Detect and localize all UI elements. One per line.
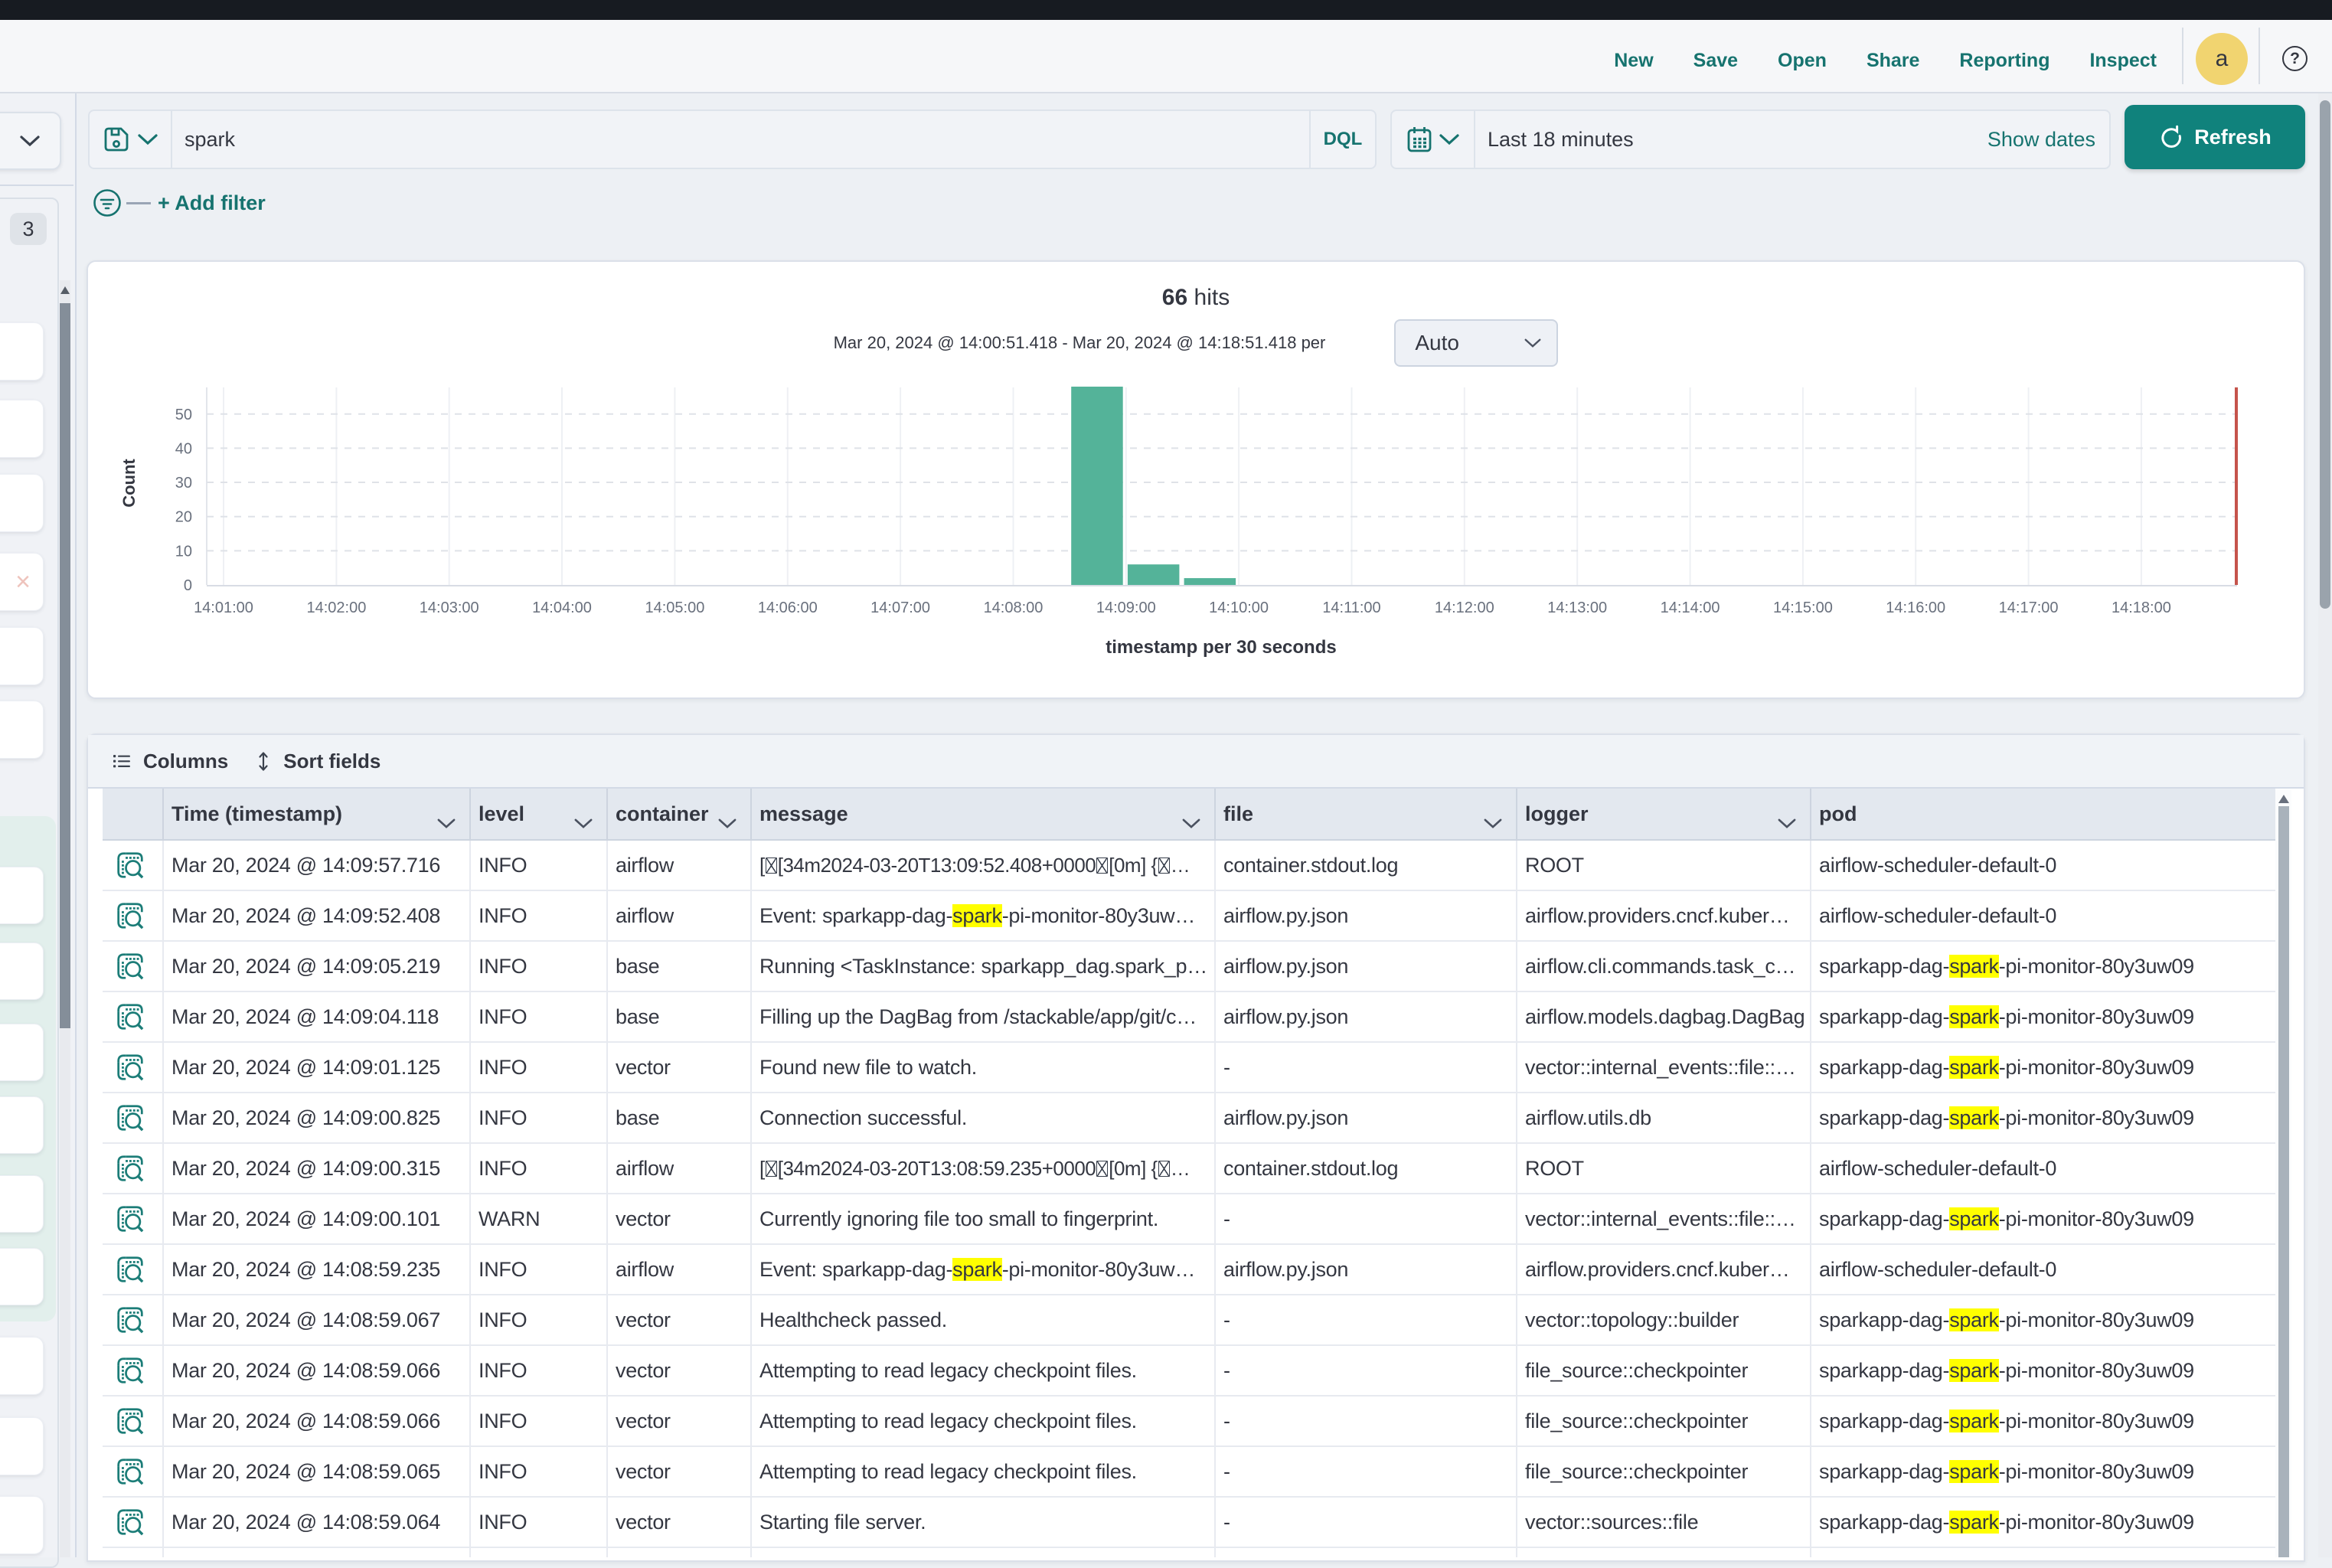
- svg-text:50: 50: [175, 407, 192, 423]
- svg-text:14:15:00: 14:15:00: [1773, 599, 1833, 616]
- svg-text:timestamp per 30 seconds: timestamp per 30 seconds: [1106, 637, 1336, 658]
- svg-text:14:05:00: 14:05:00: [645, 599, 704, 616]
- svg-text:14:11:00: 14:11:00: [1322, 599, 1380, 616]
- svg-text:14:06:00: 14:06:00: [758, 599, 818, 616]
- svg-text:Count: Count: [119, 459, 139, 508]
- svg-text:14:14:00: 14:14:00: [1661, 599, 1720, 616]
- svg-text:14:16:00: 14:16:00: [1886, 599, 1945, 616]
- svg-text:10: 10: [175, 543, 192, 560]
- svg-text:14:12:00: 14:12:00: [1435, 599, 1494, 616]
- svg-text:14:13:00: 14:13:00: [1547, 599, 1607, 616]
- svg-text:14:03:00: 14:03:00: [420, 599, 479, 616]
- svg-text:14:07:00: 14:07:00: [870, 599, 930, 616]
- svg-text:14:17:00: 14:17:00: [1999, 599, 2059, 616]
- svg-text:14:04:00: 14:04:00: [532, 599, 592, 616]
- svg-text:14:10:00: 14:10:00: [1209, 599, 1269, 616]
- svg-text:14:09:00: 14:09:00: [1096, 599, 1156, 616]
- svg-text:14:01:00: 14:01:00: [194, 599, 253, 616]
- svg-text:14:08:00: 14:08:00: [984, 599, 1044, 616]
- svg-text:20: 20: [175, 509, 192, 526]
- svg-text:14:02:00: 14:02:00: [306, 599, 366, 616]
- svg-text:40: 40: [175, 440, 192, 457]
- svg-text:30: 30: [175, 475, 192, 492]
- svg-text:0: 0: [184, 577, 192, 594]
- svg-text:14:18:00: 14:18:00: [2112, 599, 2171, 616]
